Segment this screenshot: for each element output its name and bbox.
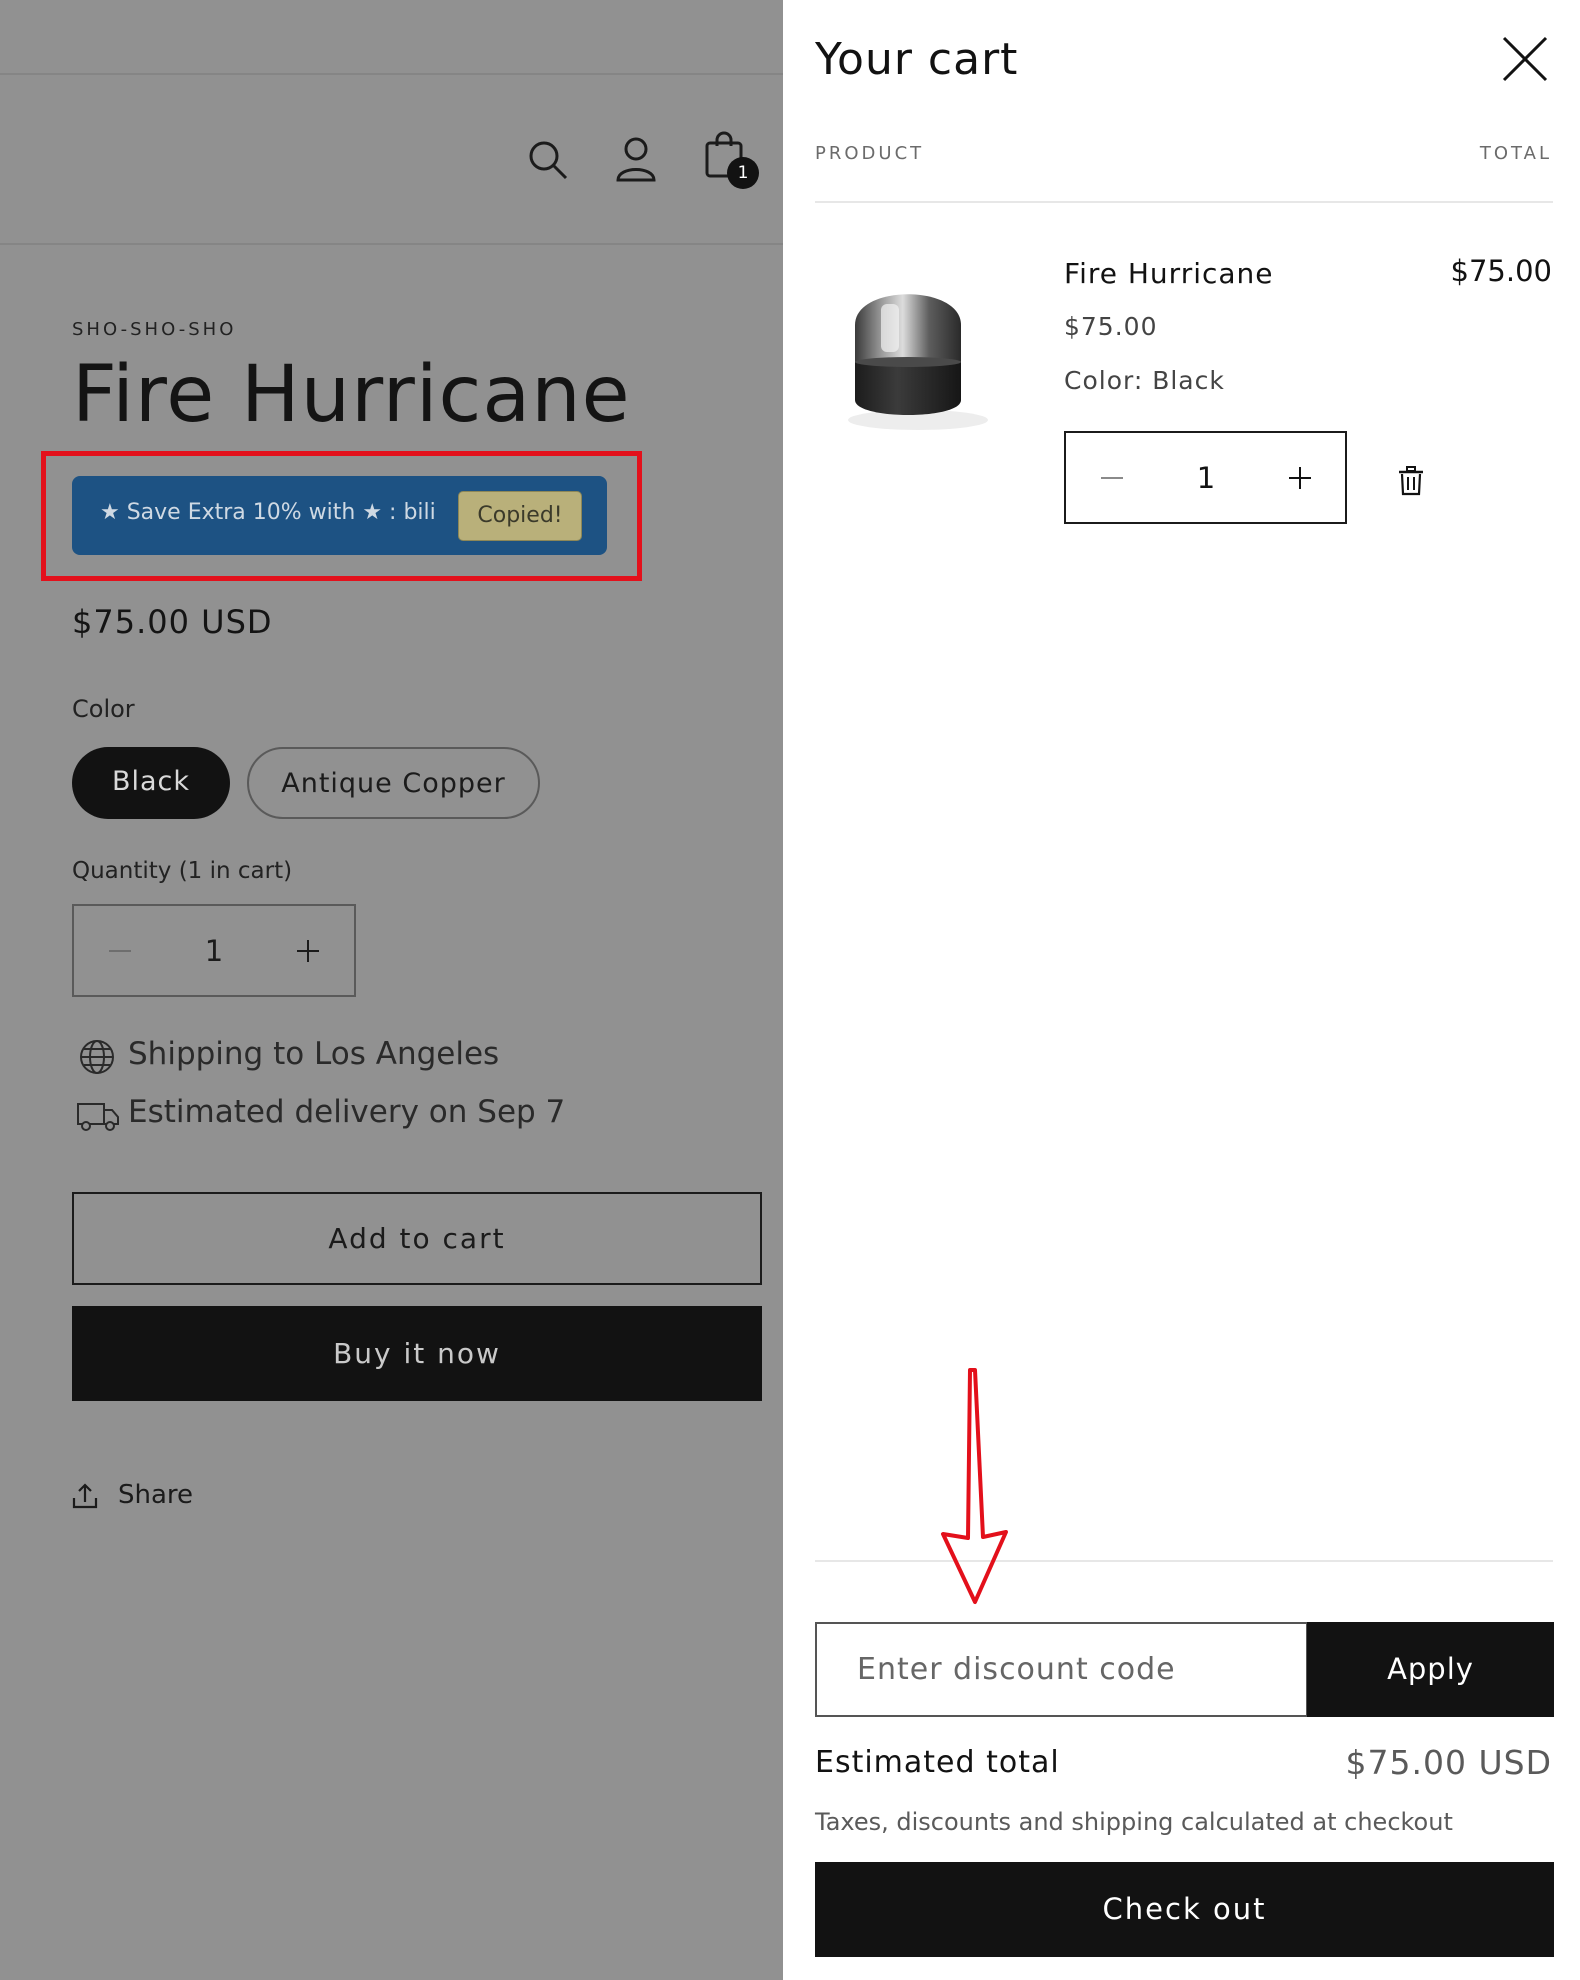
header-divider bbox=[815, 201, 1553, 203]
plus-icon bbox=[297, 939, 319, 962]
color-option-antique-copper[interactable]: Antique Copper bbox=[247, 747, 540, 819]
quantity-decrease-button[interactable] bbox=[74, 906, 166, 995]
buy-now-button[interactable]: Buy it now bbox=[72, 1306, 762, 1401]
cart-quantity-stepper: 1 bbox=[1064, 431, 1347, 524]
apply-discount-button[interactable]: Apply bbox=[1307, 1622, 1554, 1717]
search-icon[interactable] bbox=[527, 139, 569, 181]
checkout-button[interactable]: Check out bbox=[815, 1862, 1554, 1957]
cart-quantity-decrease-button[interactable] bbox=[1066, 433, 1158, 522]
add-to-cart-button[interactable]: Add to cart bbox=[72, 1192, 762, 1285]
cart-drawer: Your cart PRODUCT TOTAL Fire Hurricane $… bbox=[783, 0, 1580, 1980]
truck-icon bbox=[77, 1103, 119, 1131]
header-divider bbox=[0, 243, 783, 245]
announcement-divider bbox=[0, 73, 783, 75]
footer-divider bbox=[815, 1560, 1553, 1562]
minus-icon bbox=[1101, 476, 1123, 479]
product-page-overlay[interactable]: 1 SHO-SHO-SHO Fire Hurricane ★ Save Extr… bbox=[0, 0, 783, 1980]
quantity-input[interactable]: 1 bbox=[166, 906, 262, 995]
plus-icon bbox=[1289, 466, 1311, 489]
quantity-label: Quantity (1 in cart) bbox=[72, 858, 293, 884]
product-vendor: SHO-SHO-SHO bbox=[72, 319, 237, 340]
annotation-highlight-box bbox=[41, 451, 642, 581]
cart-item-total: $75.00 bbox=[1450, 254, 1552, 288]
cart-quantity-input[interactable]: 1 bbox=[1158, 433, 1254, 522]
cart-item-price: $75.00 bbox=[1064, 312, 1158, 341]
delivery-text: Estimated delivery on Sep 7 bbox=[128, 1094, 566, 1130]
share-label: Share bbox=[118, 1480, 194, 1510]
shipping-info: Shipping to Los Angeles bbox=[78, 1036, 678, 1076]
cart-item-name[interactable]: Fire Hurricane bbox=[1064, 257, 1274, 290]
color-option-black[interactable]: Black bbox=[72, 747, 230, 819]
minus-icon bbox=[109, 949, 131, 952]
estimated-total-value: $75.00 USD bbox=[1345, 1743, 1552, 1782]
cart-title: Your cart bbox=[815, 34, 1019, 85]
cart-item-color: Color: Black bbox=[1064, 366, 1225, 395]
globe-icon bbox=[80, 1040, 114, 1074]
product-price: $75.00 USD bbox=[72, 603, 273, 641]
account-icon[interactable] bbox=[615, 136, 657, 182]
discount-code-input[interactable] bbox=[815, 1622, 1308, 1717]
product-title: Fire Hurricane bbox=[72, 350, 631, 440]
total-column-header: TOTAL bbox=[1479, 143, 1552, 164]
quantity-increase-button[interactable] bbox=[262, 906, 354, 995]
product-image[interactable] bbox=[823, 270, 1003, 450]
color-label: Color bbox=[72, 695, 135, 723]
annotation-arrow-icon bbox=[941, 1368, 1008, 1604]
share-icon bbox=[72, 1483, 98, 1509]
tax-note: Taxes, discounts and shipping calculated… bbox=[815, 1808, 1453, 1836]
estimated-total-label: Estimated total bbox=[815, 1745, 1060, 1780]
product-column-header: PRODUCT bbox=[815, 143, 925, 164]
quantity-stepper: 1 bbox=[72, 904, 356, 997]
shipping-text: Shipping to Los Angeles bbox=[128, 1036, 500, 1072]
trash-icon[interactable] bbox=[1398, 466, 1424, 496]
close-icon[interactable] bbox=[1500, 34, 1550, 84]
cart-quantity-increase-button[interactable] bbox=[1254, 433, 1346, 522]
cart-count-badge: 1 bbox=[727, 157, 759, 189]
delivery-info: Estimated delivery on Sep 7 bbox=[77, 1094, 678, 1134]
